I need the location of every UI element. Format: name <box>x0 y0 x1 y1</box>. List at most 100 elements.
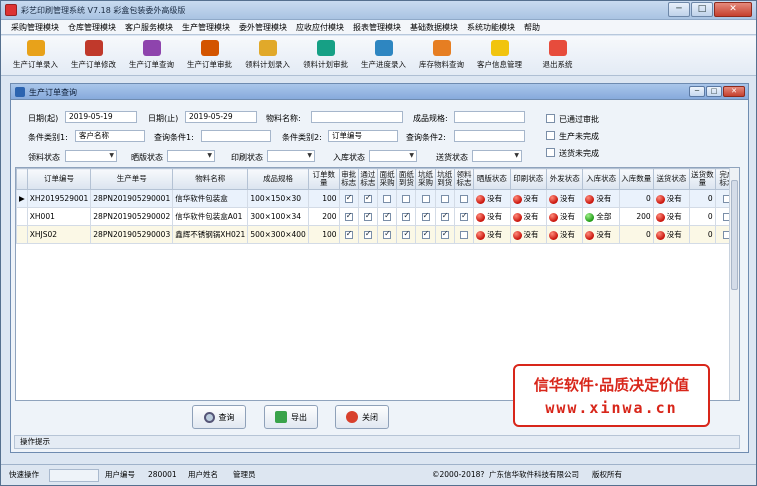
flag-checkbox[interactable] <box>460 211 468 221</box>
menu-warehouse[interactable]: 仓库管理模块 <box>64 20 121 34</box>
plate-status-select[interactable] <box>167 150 215 162</box>
column-header[interactable]: 送货数量 <box>689 168 716 190</box>
qty-cell: 100 <box>307 189 340 208</box>
date-end-input[interactable]: 2019-05-29 <box>185 111 257 123</box>
flag-checkbox[interactable] <box>440 195 449 203</box>
date-end-label: 日期(止) <box>148 114 179 123</box>
flag-checkbox[interactable] <box>421 211 430 221</box>
flag-checkbox[interactable] <box>460 231 468 239</box>
flag-checkbox[interactable] <box>344 229 353 239</box>
menu-customer[interactable]: 客户服务模块 <box>121 20 178 34</box>
child-close-button[interactable]: ✕ <box>723 86 745 97</box>
flag-checkbox[interactable] <box>363 211 372 221</box>
column-header[interactable]: 面纸采购 <box>377 168 398 190</box>
toolbar-button-1[interactable]: 生产订单修改 <box>65 36 123 74</box>
menu-accounts[interactable]: 应收应付模块 <box>292 20 349 34</box>
column-header[interactable]: 领料标志 <box>453 168 475 190</box>
toolbar-button-6[interactable]: 生产进度录入 <box>355 36 413 74</box>
table-row[interactable]: ▶ XH2019529001 28PN201905290001 信华软件包装盒 100×… <box>16 189 739 208</box>
column-header[interactable]: 印刷状态 <box>509 168 547 190</box>
flag-checkbox[interactable] <box>460 195 468 203</box>
flag-checkbox[interactable] <box>402 195 411 203</box>
column-header[interactable]: 订单编号 <box>26 168 92 190</box>
export-arrow-icon <box>275 411 287 423</box>
toolbar-button-9[interactable]: 退出系统 <box>529 36 587 74</box>
grid-vertical-scrollbar[interactable] <box>729 168 739 400</box>
q1-input[interactable] <box>201 130 271 142</box>
deliver-status-select[interactable] <box>472 150 522 162</box>
cat1-input[interactable]: 客户名称 <box>75 130 145 142</box>
unfinished-checkbox[interactable] <box>546 131 555 140</box>
close-window-button[interactable]: 关闭 <box>335 405 389 429</box>
cat2-input[interactable]: 订单编号 <box>328 130 398 142</box>
close-button[interactable]: ✕ <box>714 2 752 17</box>
column-header[interactable]: 晒版状态 <box>473 168 511 190</box>
column-header[interactable]: 物料名称 <box>172 168 249 190</box>
q2-input[interactable] <box>454 130 525 142</box>
export-button[interactable]: 导出 <box>264 405 318 429</box>
flag-checkbox[interactable] <box>383 195 392 203</box>
column-header[interactable]: 订单数量 <box>307 168 340 190</box>
column-header[interactable]: 审批标志 <box>338 168 359 190</box>
menu-help[interactable]: 帮助 <box>520 20 545 34</box>
toolbar-button-5[interactable]: 领料计划审批 <box>297 36 355 74</box>
child-maximize-button[interactable]: □ <box>706 86 722 97</box>
table-row[interactable]: XHJS02 28PN201905290003 鑫辉不锈钢锅XH021 500×300… <box>16 225 739 244</box>
toolbar-button-4[interactable]: 领料计划录入 <box>239 36 297 74</box>
toolbar-button-3[interactable]: 生产订单审批 <box>181 36 239 74</box>
minimize-button[interactable]: ─ <box>668 2 690 17</box>
flag-checkbox[interactable] <box>421 229 430 239</box>
toolbar-button-8[interactable]: 客户信息管理 <box>471 36 529 74</box>
flag-checkbox[interactable] <box>402 229 411 239</box>
menu-system[interactable]: 系统功能模块 <box>463 20 520 34</box>
flag-checkbox[interactable] <box>344 193 353 203</box>
undelivered-checkbox[interactable] <box>546 148 555 157</box>
flag-checkbox[interactable] <box>363 193 372 203</box>
table-row[interactable]: XH001 28PN201905290002 信华软件包装盒A01 300×100×3… <box>16 207 739 226</box>
toolbar-button-2[interactable]: 生产订单查询 <box>123 36 181 74</box>
column-header[interactable]: 成品规格 <box>247 168 309 190</box>
flag-checkbox[interactable] <box>440 229 449 239</box>
flag-checkbox[interactable] <box>383 211 392 221</box>
column-header[interactable]: 入库状态 <box>582 168 620 190</box>
column-header[interactable]: 坑纸采购 <box>415 168 436 190</box>
pick-status-select[interactable] <box>65 150 117 162</box>
column-header[interactable]: 坑纸到货 <box>434 168 455 190</box>
column-header[interactable]: 入库数量 <box>618 168 654 190</box>
menu-reports[interactable]: 报表管理模块 <box>349 20 406 34</box>
outs-status-cell: 没有 <box>545 207 584 226</box>
print-status-select[interactable] <box>267 150 315 162</box>
flag-checkbox[interactable] <box>421 195 430 203</box>
inventory-query-icon <box>432 40 451 56</box>
flag-checkbox[interactable] <box>440 211 449 221</box>
date-start-input[interactable]: 2019-05-19 <box>65 111 137 123</box>
flag-checkbox[interactable] <box>383 229 392 239</box>
flag-checkbox[interactable] <box>363 229 372 239</box>
flag-cell <box>415 189 436 208</box>
column-header[interactable]: 生产单号 <box>90 168 174 190</box>
flag-cell <box>396 189 417 208</box>
column-header[interactable]: 外发状态 <box>545 168 584 190</box>
query-button[interactable]: 查询 <box>192 405 246 429</box>
menu-base-data[interactable]: 基础数据模块 <box>406 20 463 34</box>
flag-checkbox[interactable] <box>402 211 411 221</box>
menu-purchase[interactable]: 采购管理模块 <box>7 20 64 34</box>
column-header[interactable]: 送货状态 <box>652 168 691 190</box>
menu-outsourcing[interactable]: 委外管理模块 <box>235 20 292 34</box>
column-header[interactable]: 面纸到货 <box>396 168 417 190</box>
quick-op-box[interactable] <box>49 469 99 482</box>
stock-status-select[interactable] <box>369 150 417 162</box>
toolbar-button-0[interactable]: 生产订单录入 <box>7 36 65 74</box>
toolbar-button-7[interactable]: 库存物料查询 <box>413 36 471 74</box>
scrollbar-thumb[interactable] <box>731 180 738 290</box>
approved-checkbox[interactable] <box>546 114 555 123</box>
material-plan-entry-icon <box>258 40 277 56</box>
flag-checkbox[interactable] <box>344 211 353 221</box>
menu-production[interactable]: 生产管理模块 <box>178 20 235 34</box>
material-input[interactable] <box>311 111 403 123</box>
product-spec-input[interactable] <box>454 111 525 123</box>
status-text: 没有 <box>666 230 682 239</box>
column-header[interactable]: 通过标志 <box>357 168 379 190</box>
child-minimize-button[interactable]: ─ <box>689 86 705 97</box>
maximize-button[interactable]: □ <box>691 2 713 17</box>
